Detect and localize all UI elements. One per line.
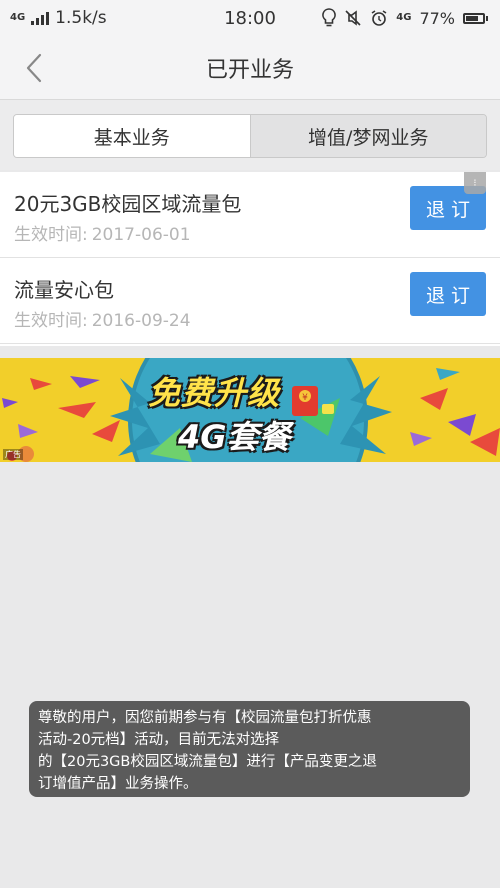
tab-basic-services[interactable]: 基本业务 xyxy=(14,115,250,157)
promo-banner[interactable]: ¥ 免费升级 4G套餐 广告 xyxy=(0,358,500,462)
chevron-left-icon xyxy=(26,53,42,83)
tab-bar: 基本业务 增值/梦网业务 xyxy=(13,114,487,158)
toast-line: 活动-20元档】活动，目前无法对选择 xyxy=(38,732,280,748)
toast-message: 尊敬的用户，因您前期参与有【校园流量包打折优惠 活动-20元档】活动，目前无法对… xyxy=(29,701,470,797)
date-value: 2017-06-01 xyxy=(91,225,191,245)
toast-line: 的【20元3GB校园区域流量包】进行【产品变更之退 xyxy=(38,754,377,770)
battery-icon xyxy=(463,12,488,24)
toast-line: 尊敬的用户，因您前期参与有【校园流量包打折优惠 xyxy=(38,710,372,726)
date-label: 生效时间: xyxy=(14,311,88,331)
service-name: 20元3GB校园区域流量包 xyxy=(14,192,242,216)
header-bar: 已开业务 xyxy=(0,36,500,100)
tab-value-added-services[interactable]: 增值/梦网业务 xyxy=(249,115,486,157)
banner-headline: 免费升级 xyxy=(148,374,281,412)
unsubscribe-button[interactable]: 退订 xyxy=(410,272,486,316)
list-item: 流量安心包 生效时间: 2016-09-24 退订 xyxy=(0,258,500,344)
date-value: 2016-09-24 xyxy=(91,311,191,331)
banner-subheadline: 4G套餐 xyxy=(178,418,291,456)
back-button[interactable] xyxy=(14,48,54,88)
service-date: 生效时间: 2017-06-01 xyxy=(14,220,191,245)
status-bar: 4G 1.5k/s 18:00 4G 77% xyxy=(0,0,500,36)
service-name: 流量安心包 xyxy=(14,278,114,302)
date-label: 生效时间: xyxy=(14,225,88,245)
battery-percent: 77% xyxy=(419,8,455,28)
toast-line: 订增值产品】业务操作。 xyxy=(38,776,198,792)
service-date: 生效时间: 2016-09-24 xyxy=(14,306,191,331)
alarm-icon xyxy=(370,9,388,27)
list-item: 20元3GB校园区域流量包 生效时间: 2017-06-01 退订 ⁝ xyxy=(0,172,500,258)
ad-label: 广告 xyxy=(3,449,23,460)
mute-icon xyxy=(344,9,362,27)
svg-text:¥: ¥ xyxy=(302,393,308,403)
status-right: 4G 77% xyxy=(322,0,488,36)
scrollbar-thumb[interactable]: ⁝ xyxy=(464,172,486,194)
battery-network-type: 4G xyxy=(396,11,412,23)
lightbulb-icon xyxy=(322,8,337,28)
page-title: 已开业务 xyxy=(205,57,294,83)
tabs-area: 基本业务 增值/梦网业务 xyxy=(0,100,500,170)
service-list: 20元3GB校园区域流量包 生效时间: 2017-06-01 退订 ⁝ 流量安心包… xyxy=(0,172,500,346)
